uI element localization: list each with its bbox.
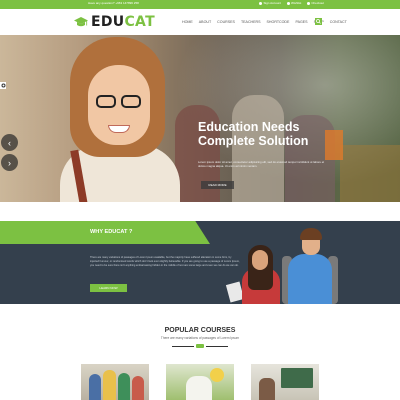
student-girl-face [252, 250, 268, 270]
section-divider [172, 344, 228, 348]
course-image [103, 370, 116, 400]
chevron-left-icon: ‹ [8, 137, 11, 148]
course-image [186, 376, 212, 400]
slider-next-button[interactable]: › [1, 154, 18, 171]
sign-account-link[interactable]: Sign Account [259, 1, 281, 5]
cart-icon [307, 1, 311, 5]
student-boy [288, 254, 332, 304]
course-image [89, 374, 101, 400]
course-image [281, 368, 313, 388]
hero-text: Lorem ipsum dolor sit amet, consectetur … [198, 160, 325, 168]
main-nav: HOME ABOUT COURSES TEACHERS SHORTCODE PA… [182, 20, 347, 24]
gear-icon [1, 83, 5, 88]
read-more-button[interactable]: READ MORE [201, 181, 234, 189]
heart-icon [286, 1, 290, 5]
hero-girl-glasses [96, 95, 116, 108]
logo-text: EDUCAT [91, 14, 155, 30]
course-card[interactable] [81, 364, 149, 400]
site-header: EDUCAT HOME ABOUT COURSES TEACHERS SHORT… [0, 9, 400, 35]
course-card[interactable] [251, 364, 319, 400]
settings-toggle[interactable] [0, 82, 6, 89]
course-card[interactable] [166, 364, 234, 400]
top-links: Sign Account Wishlist Checkout [259, 1, 324, 5]
course-image [259, 378, 275, 400]
search-icon [316, 19, 321, 24]
courses-title: POPULAR COURSES [164, 327, 236, 334]
search-button[interactable] [315, 18, 322, 25]
student-boy-hair [300, 228, 322, 240]
nav-item-about[interactable]: ABOUT [199, 20, 211, 24]
checkout-link[interactable]: Checkout [307, 1, 324, 5]
user-icon [259, 1, 263, 5]
top-bar: Have any question? +963 147896 258 Sign … [0, 0, 400, 9]
nav-item-teachers[interactable]: TEACHERS [241, 20, 261, 24]
hero-slider: Education Needs Complete Solution Lorem … [0, 35, 400, 202]
slider-prev-button[interactable]: ‹ [1, 134, 18, 151]
hero-background-object [325, 130, 343, 160]
graduation-cap-icon [74, 16, 88, 28]
nav-item-shortcode[interactable]: SHORTCODE [267, 20, 290, 24]
course-image [210, 368, 224, 382]
course-image [132, 376, 144, 400]
logo[interactable]: EDUCAT [74, 14, 155, 30]
learn-now-button[interactable]: LEARN NOW [90, 284, 127, 292]
why-text: There are many variations of passages of… [90, 256, 240, 267]
hero-background-student [340, 145, 400, 202]
course-image [118, 373, 130, 400]
contact-text: Have any question? +963 147896 258 [88, 1, 139, 5]
hero-girl-glasses [121, 95, 141, 108]
hero-background-student [232, 95, 284, 202]
nav-item-pages[interactable]: PAGES [295, 20, 307, 24]
nav-item-contact[interactable]: CONTACT [330, 20, 347, 24]
why-section: WHY EDUCAT ? There are many variations o… [0, 221, 400, 304]
chevron-right-icon: › [8, 157, 11, 168]
nav-item-home[interactable]: HOME [182, 20, 193, 24]
hero-title: Education Needs Complete Solution [198, 120, 309, 148]
wishlist-link[interactable]: Wishlist [286, 1, 301, 5]
courses-subtitle: There are many variations of passages of… [160, 336, 240, 340]
nav-item-courses[interactable]: COURSES [217, 20, 235, 24]
why-title: WHY EDUCAT ? [90, 229, 133, 235]
